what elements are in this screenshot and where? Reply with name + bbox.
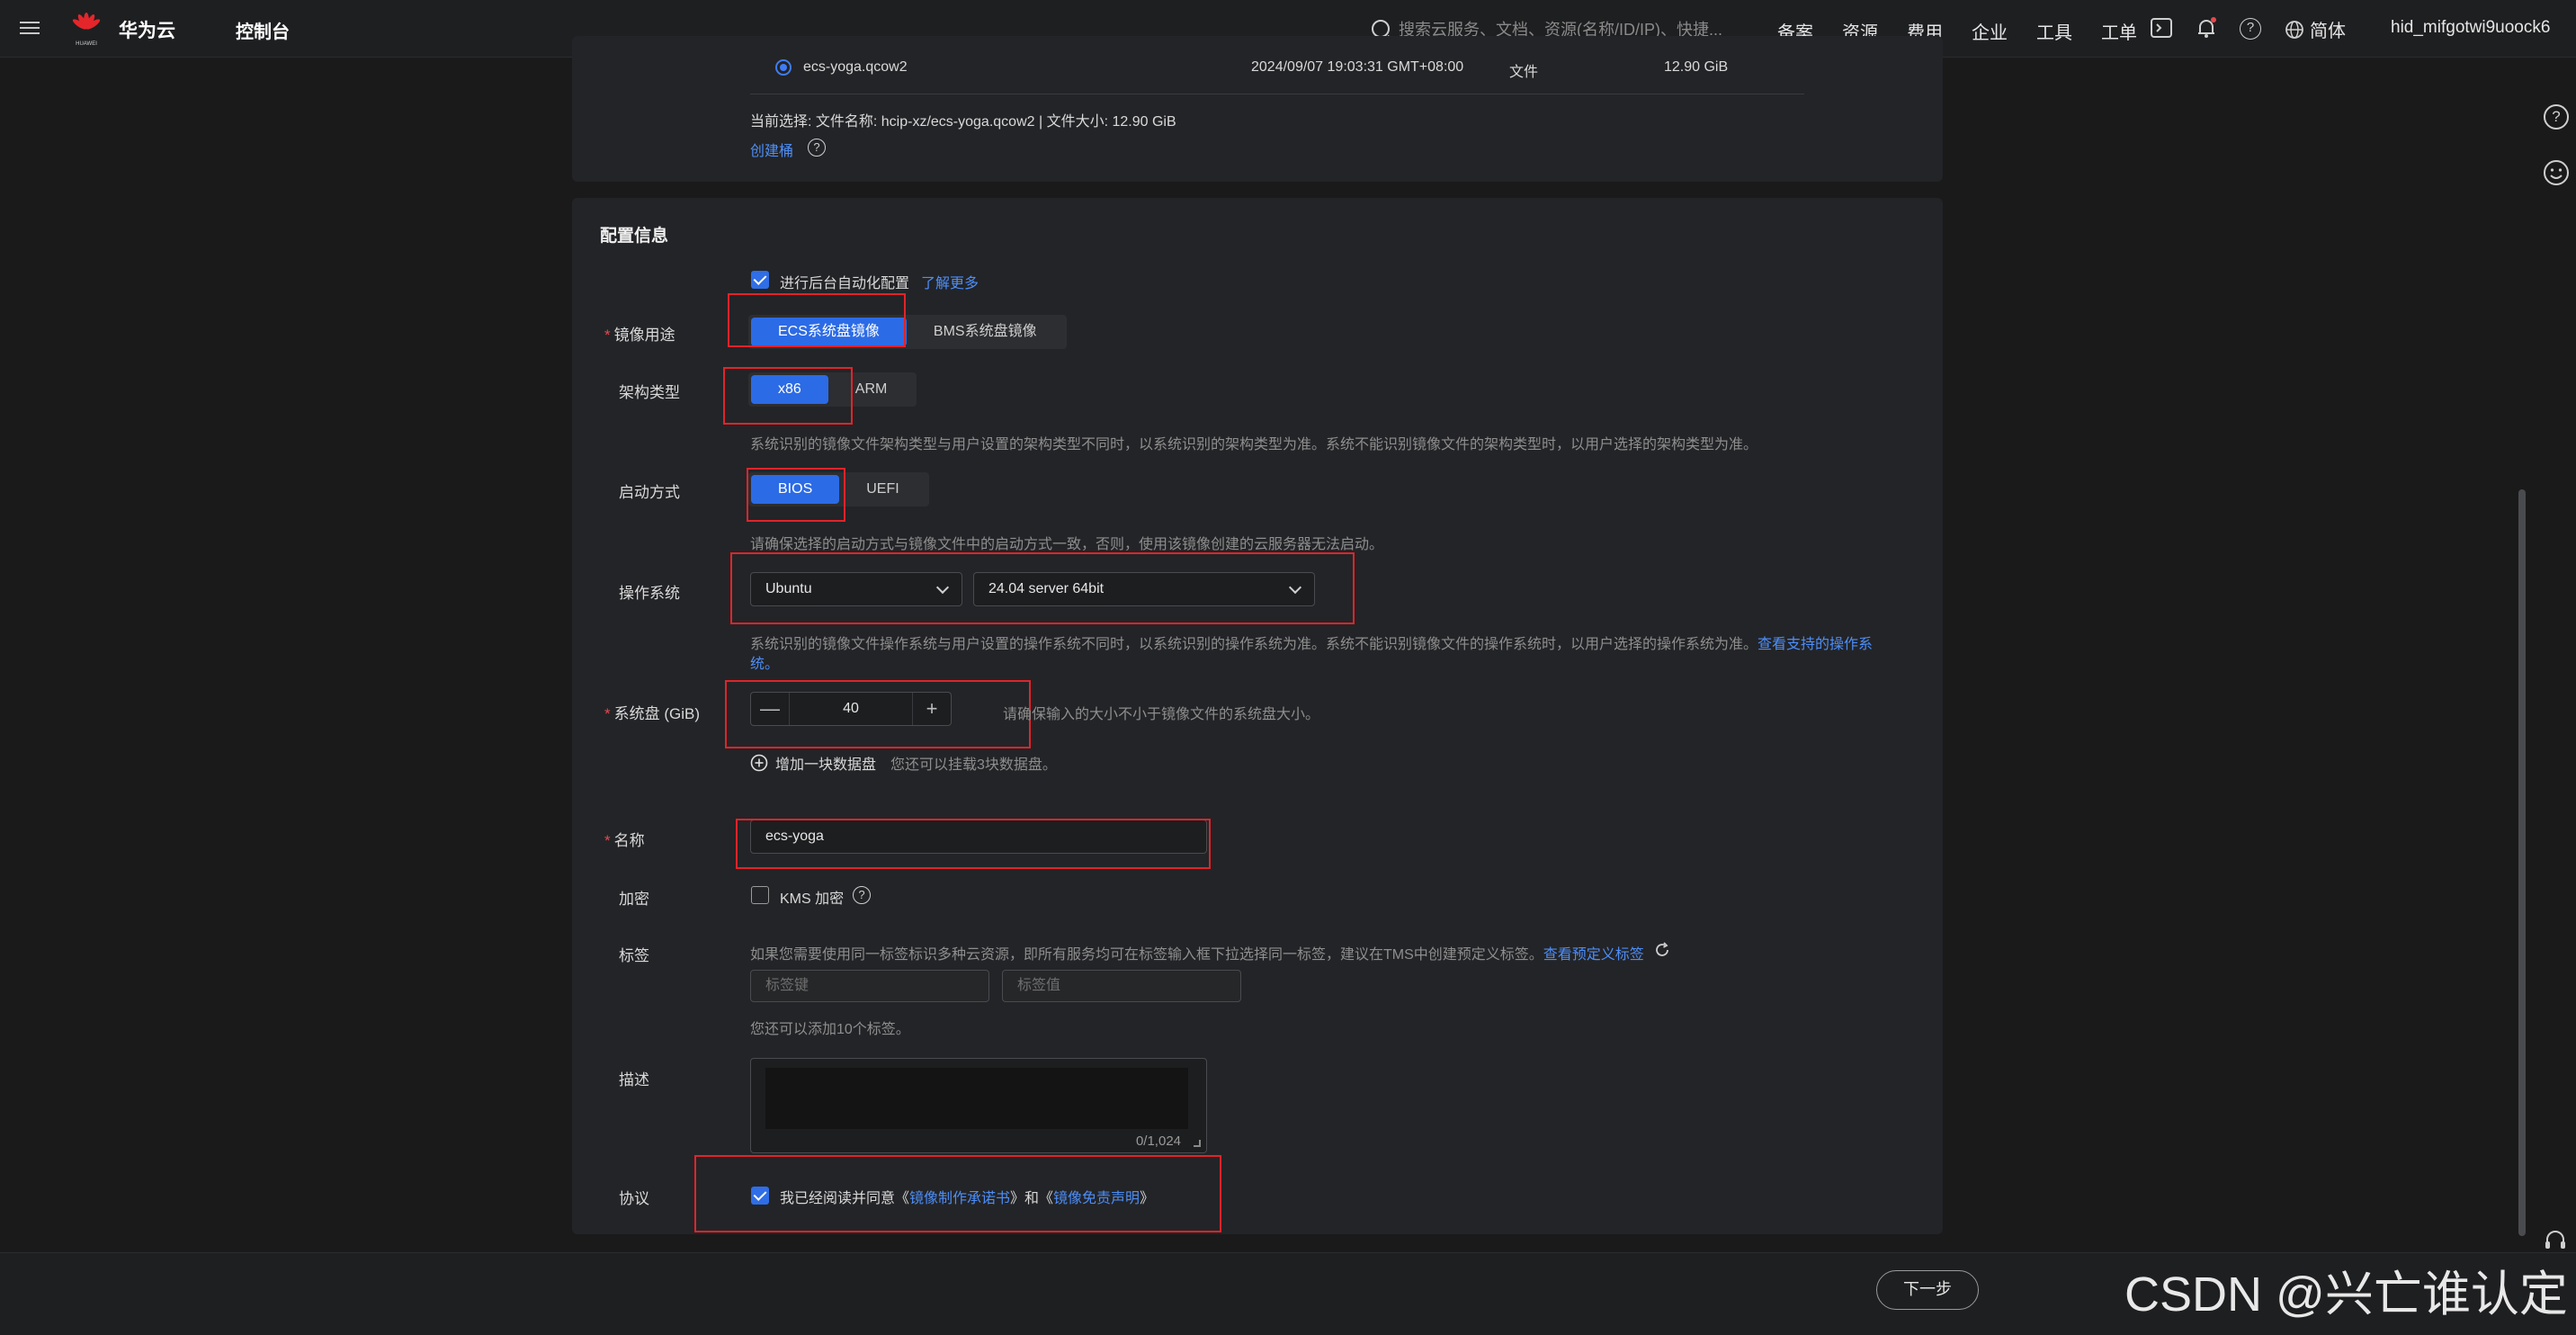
help-icon[interactable]: ? <box>853 886 871 904</box>
learn-more-link[interactable]: 了解更多 <box>921 271 979 292</box>
smile-icon[interactable] <box>2542 158 2571 187</box>
disk-hint: 请确保输入的大小不小于镜像文件的系统盘大小。 <box>1003 707 1320 722</box>
encrypt-label: 加密 <box>619 891 649 908</box>
terminal-icon[interactable] <box>2150 16 2173 40</box>
kms-label: KMS 加密 <box>780 891 845 907</box>
annotation-box <box>725 680 1031 748</box>
file-radio[interactable] <box>775 59 792 76</box>
os-hint: 系统识别的镜像文件操作系统与用户设置的操作系统不同时，以系统识别的操作系统为准。… <box>750 637 1874 652</box>
bell-icon[interactable] <box>2195 16 2218 40</box>
help-icon[interactable]: ? <box>2544 104 2569 130</box>
arch-label: 架构类型 <box>619 384 680 401</box>
nav-tickets[interactable]: 工单 <box>2101 18 2137 44</box>
agreement-label: 协议 <box>619 1190 649 1207</box>
help-icon[interactable]: ? <box>808 139 826 157</box>
file-time: 2024/09/07 19:03:31 GMT+08:00 <box>1251 59 1464 75</box>
option-bms-system-image[interactable]: BMS系统盘镜像 <box>907 318 1064 346</box>
svg-text:HUAWEI: HUAWEI <box>76 41 97 47</box>
boot-label: 启动方式 <box>619 484 680 501</box>
help-icon[interactable]: ? <box>2240 18 2261 40</box>
annotation-box <box>730 552 1355 624</box>
user-account[interactable]: hid_mifgotwi9uoock6 <box>2391 18 2550 38</box>
textarea-body <box>765 1068 1188 1129</box>
language-switch[interactable]: 简体 <box>2285 16 2346 42</box>
nav-tools[interactable]: 工具 <box>2036 18 2072 44</box>
desc-label: 描述 <box>619 1071 649 1089</box>
current-selection: 当前选择: 文件名称: hcip-xz/ecs-yoga.qcow2 | 文件大… <box>750 114 1176 130</box>
watermark: CSDN @兴亡谁认定 <box>2124 1268 2568 1322</box>
required-icon: * <box>604 832 611 849</box>
annotation-box <box>694 1155 1221 1232</box>
disk-label: * 系统盘 (GiB) <box>604 705 701 722</box>
kms-checkbox[interactable] <box>751 886 769 904</box>
section-title: 配置信息 <box>600 227 669 246</box>
resize-handle[interactable] <box>1194 1140 1201 1147</box>
annotation-box <box>723 367 853 425</box>
auto-config-checkbox[interactable] <box>751 271 769 289</box>
os-label: 操作系统 <box>619 585 680 602</box>
supported-os-link[interactable]: 查看支持的操作系 <box>1758 637 1873 652</box>
scrollbar[interactable] <box>2518 489 2526 1236</box>
arch-hint: 系统识别的镜像文件架构类型与用户设置的架构类型不同时，以系统识别的架构类型为准。… <box>750 437 1758 452</box>
add-data-disk-hint: 您还可以挂载3块数据盘。 <box>890 757 1057 773</box>
char-count: 0/1,024 <box>1135 1133 1181 1149</box>
boot-hint: 请确保选择的启动方式与镜像文件中的启动方式一致，否则，使用该镜像创建的云服务器无… <box>750 537 1384 552</box>
supported-os-link-cont[interactable]: 统。 <box>750 651 779 673</box>
description-textarea[interactable]: 0/1,024 <box>750 1058 1207 1153</box>
required-icon: * <box>604 705 611 722</box>
tags-label: 标签 <box>619 947 649 964</box>
required-icon: * <box>604 327 611 344</box>
brand-name[interactable]: 华为云 <box>119 16 175 43</box>
file-type: 文件 <box>1509 65 1539 80</box>
add-data-disk[interactable]: 增加一块数据盘 您还可以挂载3块数据盘。 <box>750 752 1057 774</box>
tag-value-input[interactable]: 标签值 <box>1002 970 1241 1002</box>
option-uefi[interactable]: UEFI <box>839 475 926 504</box>
console-link[interactable]: 控制台 <box>236 17 290 43</box>
tags-remaining: 您还可以添加10个标签。 <box>750 1022 910 1037</box>
headset-icon[interactable] <box>2542 1227 2569 1254</box>
file-size: 12.90 GiB <box>1664 59 1729 75</box>
refresh-icon[interactable] <box>1653 941 1671 959</box>
add-data-disk-label: 增加一块数据盘 <box>775 757 877 773</box>
annotation-box <box>747 468 845 522</box>
annotation-box <box>728 293 906 347</box>
language-label: 简体 <box>2310 22 2346 41</box>
tags-hint: 如果您需要使用同一标签标识多种云资源，即所有服务均可在标签输入框下拉选择同一标签… <box>750 947 1644 963</box>
file-name: ecs-yoga.qcow2 <box>803 59 908 75</box>
auto-config-label: 进行后台自动化配置 <box>780 276 910 291</box>
annotation-box <box>736 819 1211 869</box>
next-button[interactable]: 下一步 <box>1876 1270 1979 1310</box>
nav-enterprise[interactable]: 企业 <box>1972 18 2008 44</box>
name-label: * 名称 <box>604 832 645 849</box>
create-bucket-link[interactable]: 创建桶 <box>750 139 793 160</box>
plus-circle-icon <box>750 754 768 772</box>
globe-icon <box>2285 20 2303 39</box>
huawei-logo-icon[interactable]: HUAWEI <box>68 11 104 47</box>
tag-key-input[interactable]: 标签键 <box>750 970 989 1002</box>
search-icon <box>1372 20 1390 38</box>
predefined-tags-link[interactable]: 查看预定义标签 <box>1543 947 1644 963</box>
menu-icon[interactable] <box>20 18 40 38</box>
image-usage-label: * 镜像用途 <box>604 327 675 344</box>
